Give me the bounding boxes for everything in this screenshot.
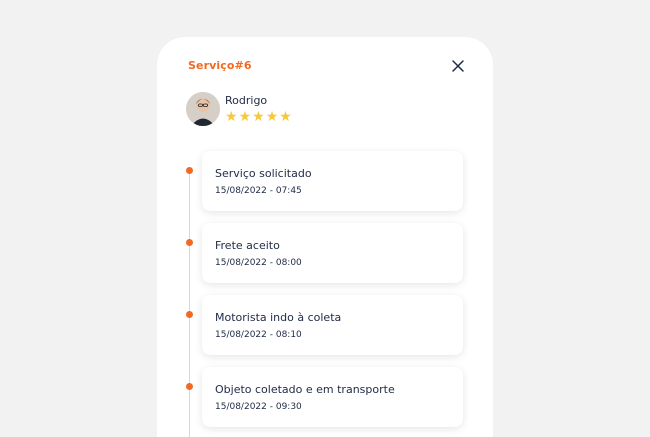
event-date: 15/08/2022 - 09:30: [215, 402, 302, 412]
event-date: 15/08/2022 - 08:10: [215, 330, 302, 340]
service-details-panel: Serviço#6 Rodrigo ★ ★ ★ ★ ★ Serviço soli…: [157, 37, 493, 437]
close-icon: [452, 60, 464, 72]
driver-name: Rodrigo: [225, 94, 268, 107]
timeline-dot: [186, 383, 193, 390]
event-title: Motorista indo à coleta: [215, 311, 342, 324]
event-title: Frete aceito: [215, 239, 280, 252]
star-icon: ★: [265, 109, 279, 125]
star-icon: ★: [252, 109, 265, 125]
timeline-dot: [186, 167, 193, 174]
event-title: Serviço solicitado: [215, 167, 312, 180]
timeline-event-card: Objeto coletado e em transporte 15/08/20…: [202, 367, 463, 427]
timeline-dot: [186, 239, 193, 246]
service-title: Serviço#6: [188, 59, 252, 72]
star-icon: ★: [238, 109, 252, 125]
star-icon: ★: [279, 109, 292, 125]
star-icon: ★: [225, 109, 238, 125]
event-date: 15/08/2022 - 07:45: [215, 186, 302, 196]
driver-avatar: [186, 92, 220, 126]
timeline-dot: [186, 311, 193, 318]
timeline-line: [189, 171, 190, 437]
timeline-event-card: Frete aceito 15/08/2022 - 08:00: [202, 223, 463, 283]
timeline-event-card: Serviço solicitado 15/08/2022 - 07:45: [202, 151, 463, 211]
timeline-event-card: Motorista indo à coleta 15/08/2022 - 08:…: [202, 295, 463, 355]
driver-rating: ★ ★ ★ ★ ★: [225, 109, 292, 125]
close-button[interactable]: [449, 57, 467, 75]
event-title: Objeto coletado e em transporte: [215, 383, 395, 396]
event-date: 15/08/2022 - 08:00: [215, 258, 302, 268]
